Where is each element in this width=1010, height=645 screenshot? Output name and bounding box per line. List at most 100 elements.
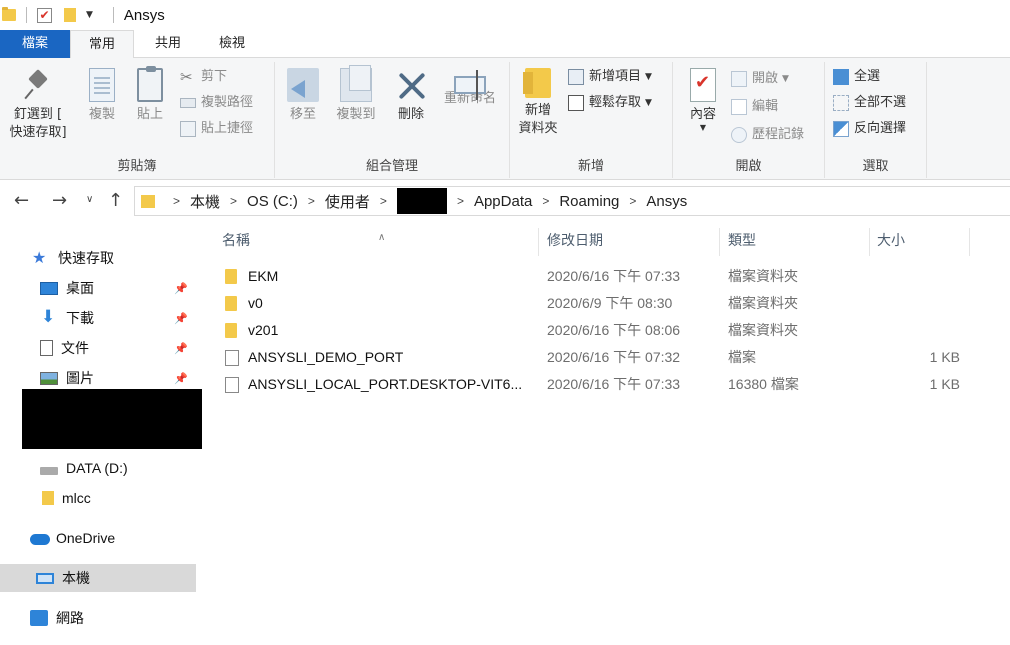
properties-check-icon[interactable]: ✔ xyxy=(37,7,52,23)
back-arrow-icon[interactable]: ← xyxy=(14,190,29,211)
file-row[interactable]: ANSYSLI_LOCAL_PORT.DESKTOP-VIT6... 2020/… xyxy=(214,371,1010,398)
breadcrumb-ansys[interactable]: Ansys xyxy=(646,193,687,210)
file-row[interactable]: EKM 2020/6/16 下午 07:33 檔案資料夾 xyxy=(214,263,1010,290)
file-row[interactable]: v201 2020/6/16 下午 08:06 檔案資料夾 xyxy=(214,317,1010,344)
column-header-type[interactable]: 類型 xyxy=(728,228,868,258)
pin-icon[interactable]: 📌 xyxy=(174,372,188,385)
paste-shortcut-label: 貼上捷徑 xyxy=(201,121,254,136)
up-arrow-icon[interactable]: ↑ xyxy=(108,190,123,211)
open-button[interactable]: 開啟 ▼ xyxy=(731,68,789,90)
invert-selection-button[interactable]: 反向選擇 xyxy=(833,118,906,140)
invert-selection-icon xyxy=(833,121,849,137)
tab-share[interactable]: 共用 xyxy=(140,30,196,58)
chevron-right-icon[interactable]: > xyxy=(629,194,636,208)
paste-shortcut-button[interactable]: 貼上捷徑 xyxy=(180,118,253,140)
new-folder-icon xyxy=(523,68,551,98)
nav-label: 文件 xyxy=(61,340,89,356)
file-icon xyxy=(225,350,239,366)
documents-icon xyxy=(40,340,53,356)
file-name: v0 xyxy=(248,295,263,311)
forward-arrow-icon[interactable]: → xyxy=(52,190,67,211)
pin-to-quick-access-button[interactable]: 釘選到 [ 快速存取] xyxy=(6,68,70,142)
tab-view[interactable]: 檢視 xyxy=(206,30,258,58)
easy-access-button[interactable]: 輕鬆存取 ▼ xyxy=(568,92,652,114)
recent-locations-chevron-icon[interactable]: ∨ xyxy=(86,194,93,205)
copy-to-button[interactable]: 複製到 xyxy=(329,65,383,124)
breadcrumb-this-pc[interactable]: 本機 xyxy=(190,191,220,212)
cut-button[interactable]: 剪下 xyxy=(180,66,227,88)
chevron-right-icon[interactable]: > xyxy=(308,194,315,208)
nav-desktop[interactable]: 桌面 📌 xyxy=(0,274,196,302)
chevron-right-icon[interactable]: > xyxy=(380,194,387,208)
chevron-down-icon: ▼ xyxy=(782,74,789,84)
file-type: 檔案資料夾 xyxy=(728,322,798,338)
column-divider[interactable] xyxy=(538,228,539,256)
select-all-icon xyxy=(833,69,849,85)
nav-onedrive[interactable]: OneDrive xyxy=(0,524,196,552)
nav-this-pc[interactable]: 本機 xyxy=(0,564,196,592)
new-folder-icon[interactable] xyxy=(64,8,76,22)
tab-file[interactable]: 檔案 xyxy=(0,30,70,58)
move-to-label: 移至 xyxy=(289,107,316,122)
delete-button[interactable]: 刪除 xyxy=(389,68,433,124)
delete-x-icon xyxy=(395,68,427,102)
chevron-right-icon[interactable]: > xyxy=(230,194,237,208)
file-date: 2020/6/9 下午 08:30 xyxy=(547,295,673,311)
column-divider[interactable] xyxy=(719,228,720,256)
nav-data-drive[interactable]: DATA (D:) xyxy=(0,454,196,482)
open-icon xyxy=(731,71,747,87)
ribbon-tabs: 檔案 常用 共用 檢視 xyxy=(0,30,1010,59)
select-none-button[interactable]: 全部不選 xyxy=(833,92,906,114)
nav-documents[interactable]: 文件 📌 xyxy=(0,334,196,362)
file-row[interactable]: v0 2020/6/9 下午 08:30 檔案資料夾 xyxy=(214,290,1010,317)
breadcrumb-roaming[interactable]: Roaming xyxy=(559,193,619,210)
paste-button[interactable]: 貼上 xyxy=(128,66,172,124)
nav-mlcc[interactable]: mlcc xyxy=(0,484,196,512)
folder-icon xyxy=(42,491,54,505)
pin-label: 釘選到 [ 快速存取] xyxy=(9,107,67,140)
new-group: 新增 資料夾 新增項目 ▼ 輕鬆存取 ▼ 新增 xyxy=(510,62,673,178)
column-divider[interactable] xyxy=(869,228,870,256)
pin-icon[interactable]: 📌 xyxy=(174,282,188,295)
file-row[interactable]: ANSYSLI_DEMO_PORT 2020/6/16 下午 07:32 檔案 … xyxy=(214,344,1010,371)
nav-pictures[interactable]: 圖片 📌 xyxy=(0,364,196,392)
copy-path-button[interactable]: 複製路徑 xyxy=(180,92,253,114)
select-all-button[interactable]: 全選 xyxy=(833,66,880,88)
cloud-icon xyxy=(30,530,50,546)
folder-icon xyxy=(225,269,237,284)
breadcrumb-appdata[interactable]: AppData xyxy=(474,193,532,210)
properties-button[interactable]: 內容 ▼ xyxy=(681,68,725,132)
column-header-size[interactable]: 大小 xyxy=(877,228,967,258)
column-header-name[interactable]: ∧ 名稱 xyxy=(222,228,532,258)
pin-icon[interactable]: 📌 xyxy=(174,342,188,355)
new-item-icon xyxy=(568,69,584,85)
address-bar[interactable]: > 本機 > OS (C:) > 使用者 > > AppData > Roami… xyxy=(134,186,1010,216)
nav-quick-access[interactable]: 快速存取 xyxy=(0,244,196,272)
column-header-date[interactable]: 修改日期 xyxy=(547,228,717,258)
chevron-right-icon[interactable]: > xyxy=(542,194,549,208)
column-divider[interactable] xyxy=(969,228,970,256)
pin-icon[interactable]: 📌 xyxy=(174,312,188,325)
ribbon: 釘選到 [ 快速存取] 複製 貼上 剪下 複製路徑 貼上捷徑 剪貼簿 移至 xyxy=(0,58,1010,180)
file-name: EKM xyxy=(248,268,279,284)
breadcrumb-os-c[interactable]: OS (C:) xyxy=(247,193,298,210)
select-group: 全選 全部不選 反向選擇 選取 xyxy=(825,62,927,178)
new-item-button[interactable]: 新增項目 ▼ xyxy=(568,66,652,88)
customize-toolbar-icon[interactable]: ▼ xyxy=(86,10,93,20)
divider xyxy=(112,7,114,23)
move-to-button[interactable]: 移至 xyxy=(281,68,325,124)
tab-home[interactable]: 常用 xyxy=(70,30,134,59)
rename-button[interactable]: 重新命名 xyxy=(435,68,505,108)
folder-icon xyxy=(141,194,155,208)
breadcrumb-users[interactable]: 使用者 xyxy=(325,191,370,212)
quick-access-toolbar: ✔ ▼ xyxy=(0,0,124,30)
chevron-right-icon[interactable]: > xyxy=(173,194,180,208)
nav-downloads[interactable]: 下載 📌 xyxy=(0,304,196,332)
copy-button[interactable]: 複製 xyxy=(80,68,124,124)
history-button[interactable]: 歷程記錄 xyxy=(731,124,804,146)
edit-button[interactable]: 編輯 xyxy=(731,96,778,118)
nav-network[interactable]: 網路 xyxy=(0,604,196,632)
copy-path-label: 複製路徑 xyxy=(201,95,254,110)
chevron-right-icon[interactable]: > xyxy=(457,194,464,208)
new-folder-button[interactable]: 新增 資料夾 xyxy=(512,68,564,138)
